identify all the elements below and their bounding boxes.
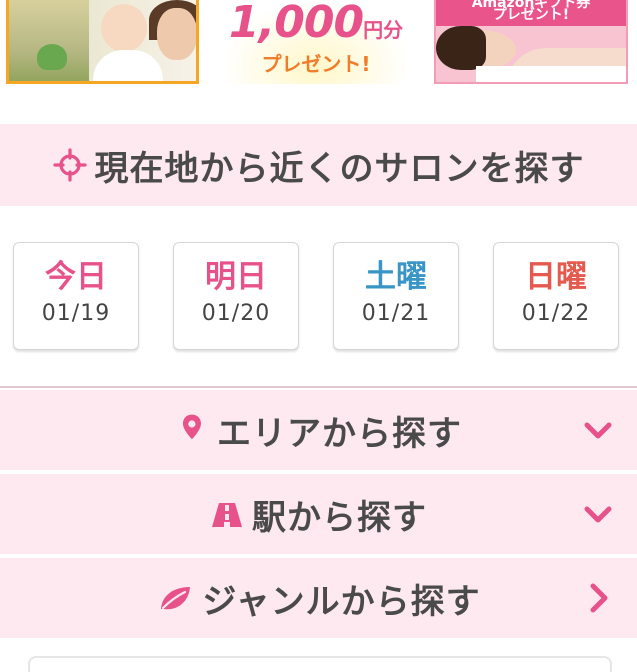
map-pin-icon (182, 414, 201, 440)
next-section-card (28, 656, 612, 672)
search-by-genre-button[interactable]: ジャンルから探す (0, 558, 637, 640)
divider (0, 386, 637, 388)
search-by-area-label: エリアから探す (217, 413, 462, 454)
date-value: 01/19 (41, 301, 111, 326)
banner-carousel: 1,000円分 プレゼント! Amazonギフト券 プレゼント! (0, 0, 637, 90)
gift-present-text: プレゼント! (261, 52, 371, 76)
date-selector: 今日 01/19 明日 01/20 土曜 01/21 日曜 01/22 (0, 242, 637, 352)
search-by-area-button[interactable]: エリアから探す (0, 390, 637, 472)
locate-label: 現在地から近くのサロンを探す (94, 148, 585, 189)
date-card-sunday[interactable]: 日曜 01/22 (493, 242, 619, 350)
date-value: 01/20 (201, 301, 271, 326)
gift-amount: 1,000円分 (228, 0, 404, 48)
gift-campaign-banner[interactable]: 1,000円分 プレゼント! (220, 0, 412, 84)
date-card-tomorrow[interactable]: 明日 01/20 (173, 242, 299, 350)
leaf-icon (161, 587, 191, 610)
kids-room-banner[interactable] (6, 0, 199, 84)
search-by-station-button[interactable]: 駅から探す (0, 474, 637, 556)
spa-campaign-banner[interactable]: Amazonギフト券 プレゼント! (434, 0, 628, 84)
date-value: 01/21 (361, 301, 431, 326)
kids-room-photo (9, 0, 89, 81)
date-card-today[interactable]: 今日 01/19 (13, 242, 139, 350)
train-icon (212, 503, 242, 527)
chevron-down-icon (584, 422, 612, 439)
search-near-current-location-button[interactable]: 現在地から近くのサロンを探す (0, 124, 637, 206)
search-by-genre-label: ジャンルから探す (202, 581, 481, 622)
day-label: 土曜 (365, 259, 427, 295)
day-label: 日曜 (525, 259, 587, 295)
day-label: 明日 (205, 259, 267, 295)
date-card-saturday[interactable]: 土曜 01/21 (333, 242, 459, 350)
crosshair-icon (52, 148, 87, 182)
search-by-station-label: 駅から探す (252, 497, 427, 538)
spa-ribbon: Amazonギフト券 プレゼント! (436, 0, 626, 26)
chevron-right-icon (590, 583, 608, 613)
date-value: 01/22 (521, 301, 591, 326)
chevron-down-icon (584, 506, 612, 523)
day-label: 今日 (45, 259, 107, 295)
